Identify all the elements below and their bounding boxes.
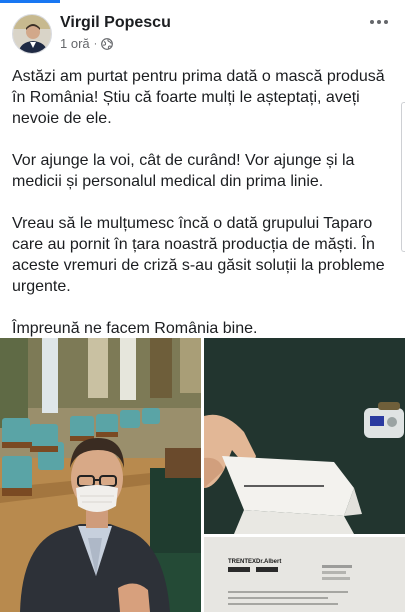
author-name[interactable]: Virgil Popescu: [60, 14, 171, 32]
post-paragraph: Vreau să le mulțumesc încă o dată grupul…: [12, 215, 385, 295]
post-paragraph: Astăzi am purtat pentru prima dată o mas…: [12, 68, 385, 127]
post-text: Astăzi am purtat pentru prima dată o mas…: [12, 66, 396, 339]
photo-grid: TRENTEX Dr.Albert: [0, 338, 405, 612]
meta-separator: ·: [93, 37, 98, 50]
post-timestamp[interactable]: 1 oră: [60, 36, 90, 51]
avatar[interactable]: [12, 14, 52, 54]
photo-letter-document[interactable]: TRENTEX Dr.Albert: [204, 537, 405, 612]
letter-brand-left: TRENTEX: [228, 559, 256, 565]
post-header: Virgil Popescu 1 oră ·: [0, 0, 405, 62]
scroll-indicator: [401, 102, 405, 252]
letter-brand-right: Dr.Albert: [256, 559, 281, 565]
post-paragraph: Vor ajunge la voi, cât de curând! Vor aj…: [12, 152, 355, 190]
photo-mask-in-hand[interactable]: [204, 338, 405, 534]
more-options-icon[interactable]: [366, 12, 392, 32]
post-meta: 1 oră ·: [60, 36, 114, 51]
globe-icon: [101, 37, 114, 50]
post-paragraph: Împreună ne facem România bine.: [12, 320, 258, 337]
photo-man-with-mask[interactable]: [0, 338, 201, 612]
